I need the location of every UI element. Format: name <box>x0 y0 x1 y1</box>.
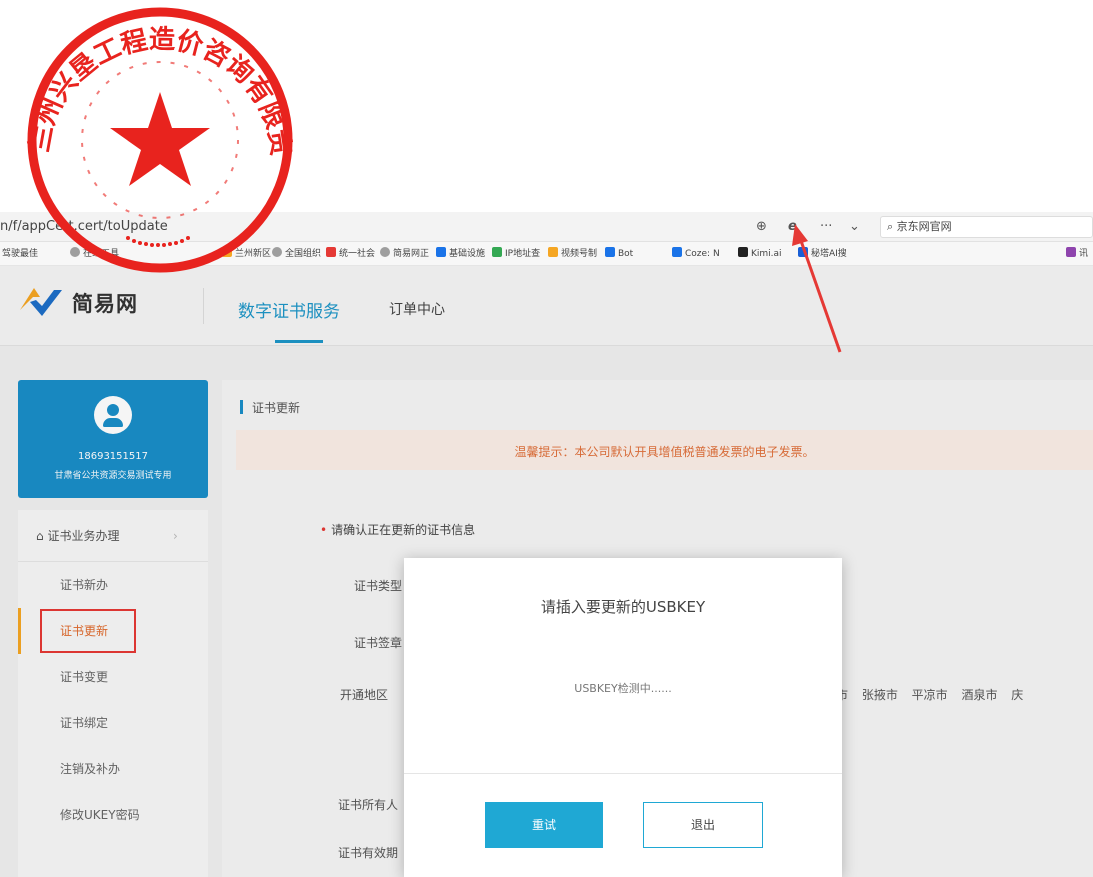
bookmark-item[interactable]: 讯 <box>1066 247 1088 261</box>
more-icon[interactable]: ··· <box>820 218 832 236</box>
bookmark-item[interactable]: IP地址查 <box>492 247 540 261</box>
browser-address-bar[interactable]: n/f/appCert.cert/toUpdate ⊕ e ··· ⌄ ⌕ 京东… <box>0 212 1093 242</box>
usbkey-dialog: 请插入要更新的USBKEY USBKEY检测中...... 重试 退出 <box>404 558 842 877</box>
search-placeholder: 京东网官网 <box>896 220 952 233</box>
dialog-status: USBKEY检测中...... <box>574 682 672 695</box>
bookmark-item[interactable]: Coze: N <box>672 247 720 261</box>
ie-mode-icon[interactable]: e <box>788 218 797 236</box>
bookmark-item[interactable]: 兰州新区 <box>222 247 271 261</box>
bookmark-item[interactable]: 统一社会 <box>326 247 375 261</box>
bookmark-item[interactable]: 视频号制 <box>548 247 597 261</box>
dialog-divider <box>404 773 842 774</box>
bookmark-item[interactable]: 在线工具 <box>70 247 119 261</box>
bookmark-item[interactable]: 基础设施 <box>436 247 485 261</box>
chevron-down-icon[interactable]: ⌄ <box>849 218 860 236</box>
bookmarks-bar: 驾驶最佳 在线工具 兰州新区 全国组织 统一社会 简易网正 基础设施 IP地址查… <box>0 242 1093 266</box>
address-url[interactable]: n/f/appCert.cert/toUpdate <box>0 219 168 234</box>
retry-button[interactable]: 重试 <box>485 802 603 848</box>
exit-button[interactable]: 退出 <box>643 802 763 848</box>
dialog-title: 请插入要更新的USBKEY <box>540 598 706 616</box>
bookmark-item[interactable]: Kimi.ai <box>738 247 782 261</box>
bookmark-item[interactable]: Bot <box>605 247 633 261</box>
search-input[interactable]: ⌕ 京东网官网 <box>880 216 1093 238</box>
bookmark-item[interactable]: 简易网正 <box>380 247 429 261</box>
top-blank-area <box>0 0 1093 212</box>
search-icon: ⌕ <box>887 220 897 233</box>
bookmark-item[interactable]: 秘塔AI搜 <box>798 247 847 261</box>
zoom-icon[interactable]: ⊕ <box>756 218 767 236</box>
bookmark-item[interactable]: 全国组织 <box>272 247 321 261</box>
bookmark-item[interactable]: 驾驶最佳 <box>2 247 38 261</box>
